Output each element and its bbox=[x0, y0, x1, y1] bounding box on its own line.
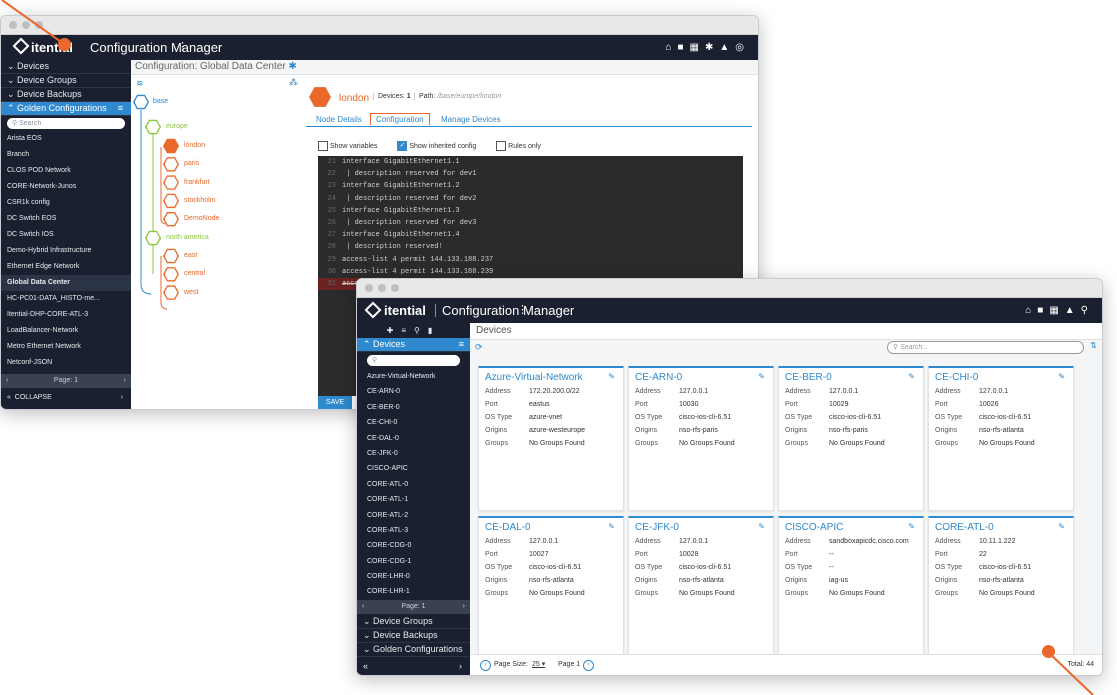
annotation-marker-top bbox=[58, 38, 71, 51]
annotation-marker-bottom bbox=[1042, 645, 1055, 658]
annotation-lines bbox=[1, 0, 1094, 695]
